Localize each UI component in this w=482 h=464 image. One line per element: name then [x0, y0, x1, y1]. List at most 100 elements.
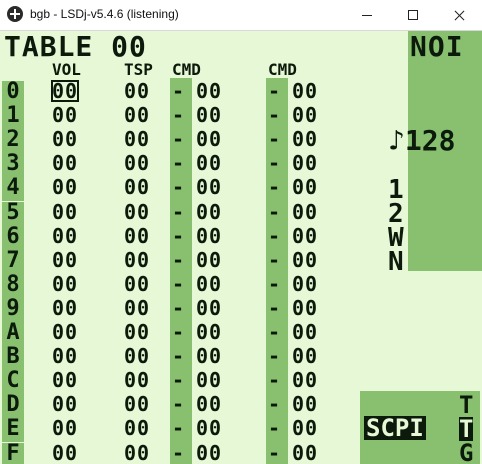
command-2-value-cell[interactable]: 00 [292, 153, 318, 173]
command-2-value-cell[interactable]: 00 [292, 226, 318, 246]
command-1-value-cell[interactable]: 00 [196, 443, 222, 463]
command-1-cell[interactable]: - [172, 226, 185, 246]
volume-cell[interactable]: 00 [52, 226, 78, 246]
table-row[interactable]: 1 00 00-00-00 [0, 105, 360, 130]
command-1-value-cell[interactable]: 00 [196, 81, 222, 101]
table-row[interactable]: C 00 00-00-00 [0, 370, 360, 395]
volume-cell[interactable]: 00 [52, 443, 78, 463]
volume-cell[interactable]: 00 [52, 418, 78, 438]
table-row[interactable]: 0 00 00-00-00 [0, 80, 360, 105]
command-1-value-cell[interactable]: 00 [196, 322, 222, 342]
close-button[interactable] [436, 0, 482, 30]
table-row[interactable]: 7 00 00-00-00 [0, 249, 360, 274]
transpose-cell[interactable]: 00 [124, 105, 150, 125]
command-1-value-cell[interactable]: 00 [196, 105, 222, 125]
volume-cell[interactable]: 00 [52, 370, 78, 390]
command-1-value-cell[interactable]: 00 [196, 153, 222, 173]
volume-cell[interactable]: 00 [52, 298, 78, 318]
volume-cell[interactable]: 00 [52, 202, 78, 222]
command-2-cell[interactable]: - [268, 81, 281, 101]
command-1-value-cell[interactable]: 00 [196, 226, 222, 246]
table-row[interactable]: 5 00 00-00-00 [0, 201, 360, 226]
command-1-cell[interactable]: - [172, 418, 185, 438]
command-2-cell[interactable]: - [268, 394, 281, 414]
table-row[interactable]: F 00 00-00-00 [0, 442, 360, 464]
command-1-cell[interactable]: - [172, 129, 185, 149]
command-2-value-cell[interactable]: 00 [292, 298, 318, 318]
command-2-cell[interactable]: - [268, 105, 281, 125]
table-row[interactable]: B 00 00-00-00 [0, 346, 360, 371]
table-row[interactable]: E 00 00-00-00 [0, 418, 360, 443]
table-row[interactable]: 6 00 00-00-00 [0, 225, 360, 250]
transpose-cell[interactable]: 00 [124, 177, 150, 197]
command-2-cell[interactable]: - [268, 153, 281, 173]
transpose-cell[interactable]: 00 [124, 394, 150, 414]
command-2-cell[interactable]: - [268, 226, 281, 246]
command-2-value-cell[interactable]: 00 [292, 370, 318, 390]
command-2-value-cell[interactable]: 00 [292, 177, 318, 197]
table-row[interactable]: 3 00 00-00-00 [0, 153, 360, 178]
volume-cell[interactable]: 00 [52, 346, 78, 366]
command-1-cell[interactable]: - [172, 298, 185, 318]
command-1-value-cell[interactable]: 00 [196, 129, 222, 149]
command-2-value-cell[interactable]: 00 [292, 443, 318, 463]
table-row[interactable]: D 00 00-00-00 [0, 394, 360, 419]
transpose-cell[interactable]: 00 [124, 202, 150, 222]
volume-cell[interactable]: 00 [50, 80, 80, 102]
command-1-cell[interactable]: - [172, 250, 185, 270]
command-1-value-cell[interactable]: 00 [196, 274, 222, 294]
command-1-cell[interactable]: - [172, 105, 185, 125]
volume-cell[interactable]: 00 [52, 322, 78, 342]
table-row[interactable]: A 00 00-00-00 [0, 322, 360, 346]
command-2-value-cell[interactable]: 00 [292, 202, 318, 222]
command-1-value-cell[interactable]: 00 [196, 202, 222, 222]
command-2-value-cell[interactable]: 00 [292, 81, 318, 101]
command-2-cell[interactable]: - [268, 322, 281, 342]
transpose-cell[interactable]: 00 [124, 81, 150, 101]
transpose-cell[interactable]: 00 [124, 443, 150, 463]
game-screen[interactable]: TABLE 00 VOL TSP CMD CMD NOI ♪128 1 2 W … [0, 31, 482, 464]
command-2-cell[interactable]: - [268, 177, 281, 197]
maximize-button[interactable] [390, 0, 436, 30]
transpose-cell[interactable]: 00 [124, 274, 150, 294]
command-2-value-cell[interactable]: 00 [292, 346, 318, 366]
transpose-cell[interactable]: 00 [124, 322, 150, 342]
table-row[interactable]: 2 00 00-00-00 [0, 129, 360, 154]
command-2-cell[interactable]: - [268, 346, 281, 366]
command-2-cell[interactable]: - [268, 129, 281, 149]
command-1-cell[interactable]: - [172, 370, 185, 390]
command-2-value-cell[interactable]: 00 [292, 322, 318, 342]
command-2-value-cell[interactable]: 00 [292, 418, 318, 438]
command-2-value-cell[interactable]: 00 [292, 250, 318, 270]
command-1-value-cell[interactable]: 00 [196, 418, 222, 438]
command-1-cell[interactable]: - [172, 153, 185, 173]
command-1-cell[interactable]: - [172, 346, 185, 366]
command-1-cell[interactable]: - [172, 394, 185, 414]
volume-cell[interactable]: 00 [52, 250, 78, 270]
transpose-cell[interactable]: 00 [124, 346, 150, 366]
command-2-cell[interactable]: - [268, 298, 281, 318]
command-1-cell[interactable]: - [172, 177, 185, 197]
command-1-value-cell[interactable]: 00 [196, 394, 222, 414]
command-1-cell[interactable]: - [172, 443, 185, 463]
volume-cell[interactable]: 00 [52, 129, 78, 149]
command-2-cell[interactable]: - [268, 274, 281, 294]
table-row[interactable]: 8 00 00-00-00 [0, 273, 360, 298]
command-1-cell[interactable]: - [172, 274, 185, 294]
minimize-button[interactable] [344, 0, 390, 30]
command-2-cell[interactable]: - [268, 250, 281, 270]
volume-cell[interactable]: 00 [52, 153, 78, 173]
command-2-cell[interactable]: - [268, 443, 281, 463]
transpose-cell[interactable]: 00 [124, 153, 150, 173]
transpose-cell[interactable]: 00 [124, 250, 150, 270]
transpose-cell[interactable]: 00 [124, 226, 150, 246]
volume-cell[interactable]: 00 [52, 105, 78, 125]
transpose-cell[interactable]: 00 [124, 418, 150, 438]
command-1-cell[interactable]: - [172, 322, 185, 342]
command-1-cell[interactable]: - [172, 81, 185, 101]
command-1-value-cell[interactable]: 00 [196, 250, 222, 270]
command-1-value-cell[interactable]: 00 [196, 298, 222, 318]
volume-cell[interactable]: 00 [52, 177, 78, 197]
transpose-cell[interactable]: 00 [124, 298, 150, 318]
command-2-cell[interactable]: - [268, 418, 281, 438]
